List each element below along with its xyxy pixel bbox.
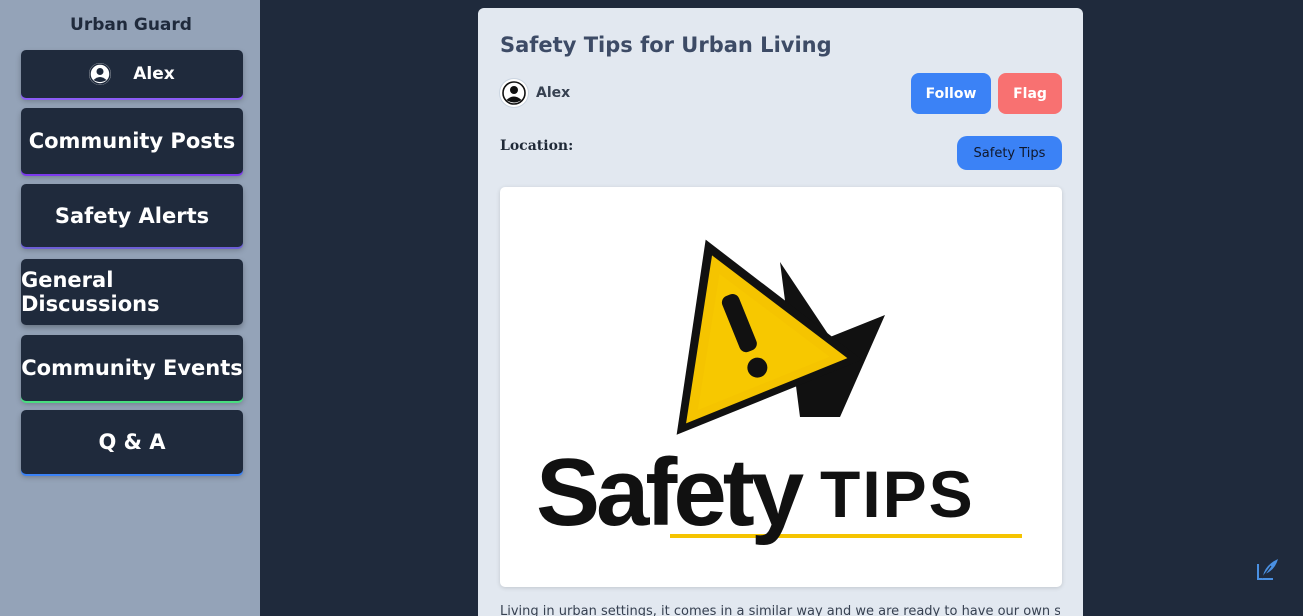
author-avatar-icon <box>500 79 528 107</box>
image-word-tips: TIPS <box>820 457 975 531</box>
author-row[interactable]: Alex <box>500 79 570 107</box>
nav-label: Q & A <box>98 430 166 454</box>
tag-badge[interactable]: Safety Tips <box>957 136 1062 170</box>
follow-button[interactable]: Follow <box>911 73 991 114</box>
nav-label: Safety Alerts <box>54 203 210 228</box>
nav-community-posts[interactable]: Community Posts <box>21 108 243 174</box>
post-body: Living in urban settings, it comes in a … <box>500 604 1060 616</box>
user-name: Alex <box>133 64 175 84</box>
location-label: Location: <box>500 138 574 154</box>
nav-label: Community Posts <box>28 129 236 153</box>
brand-title: Urban Guard <box>70 15 192 35</box>
nav-q-and-a[interactable]: Q & A <box>21 410 243 474</box>
nav-label: General Discussions <box>21 268 160 316</box>
author-name: Alex <box>536 85 571 101</box>
nav-safety-alerts[interactable]: Safety Alerts <box>21 184 243 247</box>
user-circle-icon <box>89 63 112 85</box>
nav-label: Community Events <box>21 356 243 380</box>
post-card: Safety Tips for Urban Living Alex Follow… <box>478 8 1083 616</box>
flag-button[interactable]: Flag <box>998 73 1062 114</box>
user-profile-button[interactable]: Alex <box>21 50 243 98</box>
sidebar: Urban Guard Alex Community Posts Safety … <box>0 0 260 616</box>
nav-general-discussions[interactable]: General Discussions <box>21 259 243 325</box>
image-word-safety: Safety <box>536 439 804 546</box>
post-image: Safety TIPS <box>500 187 1062 587</box>
safety-tips-illustration: Safety TIPS <box>536 239 1022 546</box>
post-title: Safety Tips for Urban Living <box>500 33 832 57</box>
nav-community-events[interactable]: Community Events <box>21 335 243 401</box>
feather-pen-icon[interactable] <box>1255 556 1281 582</box>
